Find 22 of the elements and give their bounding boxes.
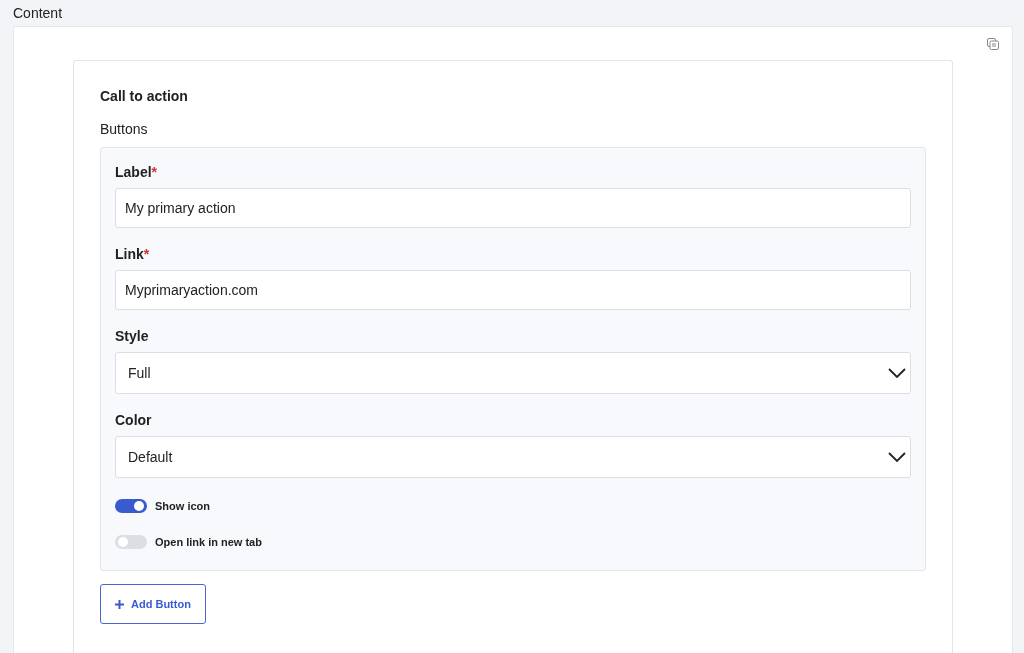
toggle-switch[interactable] xyxy=(115,535,147,549)
field-label: Color xyxy=(115,412,153,428)
field-label: Link* xyxy=(115,246,151,262)
select-field[interactable]: Full xyxy=(115,352,911,394)
toggle-switch[interactable] xyxy=(115,499,147,513)
add-button[interactable]: Add Button xyxy=(100,584,206,624)
required-mark: * xyxy=(143,246,150,262)
input-field[interactable]: My primary action xyxy=(115,188,911,228)
field-label: Label* xyxy=(115,164,159,180)
chevron-down-icon xyxy=(888,452,906,462)
block-title: Call to action xyxy=(100,88,189,104)
section-title: Content xyxy=(13,4,64,23)
required-mark: * xyxy=(151,164,158,180)
toggle-label: Show icon xyxy=(155,500,210,512)
group-label: Buttons xyxy=(100,121,149,137)
field-label: Style xyxy=(115,328,150,344)
plus-icon xyxy=(115,599,124,609)
input-field[interactable]: Myprimaryaction.com xyxy=(115,270,911,310)
select-field[interactable]: Default xyxy=(115,436,911,478)
toggle-label: Open link in new tab xyxy=(155,536,262,548)
copy-icon[interactable] xyxy=(987,38,999,50)
chevron-down-icon xyxy=(888,368,906,378)
